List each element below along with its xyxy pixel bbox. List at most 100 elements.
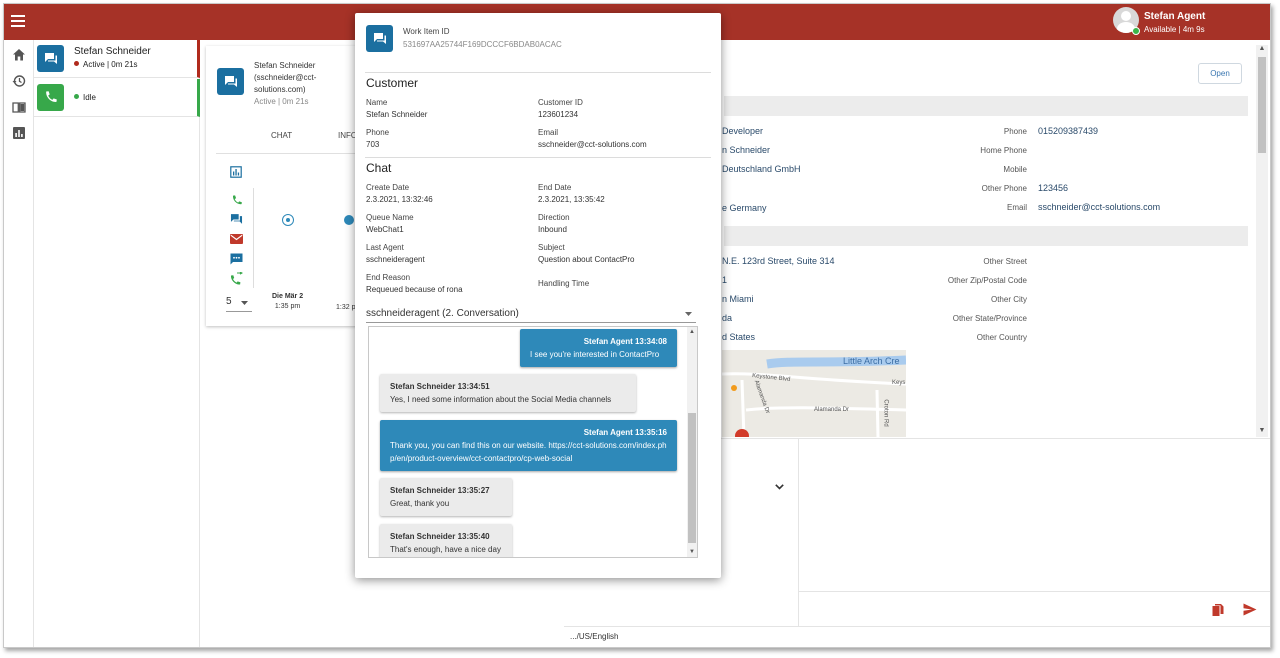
chat-compose-area[interactable] — [798, 438, 1270, 626]
stats-icon[interactable] — [230, 166, 242, 178]
other-phone-label: Other Phone — [981, 184, 1027, 193]
chat-message-customer: Stefan Schneider 13:35:27 Great, thank y… — [380, 478, 512, 516]
city-value: n Miami — [722, 294, 754, 304]
scroll-down-arrow-icon[interactable]: ▼ — [1256, 427, 1268, 437]
phone-label: Phone — [1003, 127, 1027, 136]
timeline-time-2: 1:32 p — [336, 304, 356, 311]
customer-name-value: Stefan Schneider — [366, 110, 428, 119]
session-chat-stefan-schneider[interactable]: Stefan Schneider Active | 0m 21s — [34, 40, 200, 78]
session-name: Stefan Schneider — [74, 46, 151, 57]
open-button[interactable]: Open — [1198, 63, 1242, 84]
chat-icon — [217, 68, 244, 95]
knowledge-book-icon[interactable] — [12, 100, 26, 114]
scroll-thumb[interactable] — [688, 413, 696, 543]
agent-status-box[interactable]: Stefan Agent Available | 4m 9s — [1113, 7, 1248, 37]
tab-chat[interactable]: CHAT — [271, 131, 292, 140]
send-icon[interactable] — [1243, 603, 1257, 616]
chat-heading: Chat — [366, 161, 392, 175]
map-label-keys: Keys — [892, 380, 906, 386]
hamburger-menu-icon[interactable] — [11, 12, 27, 32]
session-status: Idle — [74, 93, 96, 102]
section-header-address — [724, 226, 1248, 246]
available-status-dot — [1132, 27, 1140, 35]
detail-scrollbar[interactable]: ▲ ▼ — [1256, 45, 1268, 437]
email-channel-icon[interactable] — [230, 234, 243, 244]
chat-channel-icon[interactable] — [230, 213, 243, 225]
home-icon[interactable] — [12, 48, 26, 62]
end-reason-value: Requeued because of rona — [366, 285, 463, 294]
timeline-axis — [253, 188, 254, 288]
timeline-time: 1:35 pm — [274, 303, 301, 310]
chat-message-agent: Stefan Agent 13:35:16 Thank you, you can… — [380, 420, 677, 471]
idle-status-dot — [74, 94, 79, 100]
phone-value: 015209387439 — [1038, 126, 1099, 136]
direction-label: Direction — [538, 213, 570, 222]
customer-email-value: sschneider@cct-solutions.com — [538, 140, 647, 149]
subject-value: Question about ContactPro — [538, 255, 635, 264]
last-agent-value: sschneideragent — [366, 255, 425, 264]
chevron-down-icon — [241, 301, 248, 305]
copy-document-icon[interactable] — [1211, 603, 1225, 617]
chat-message-agent: Stefan Agent 13:34:08 I see you're inter… — [520, 329, 677, 367]
end-date-value: 2.3.2021, 13:35:42 — [538, 195, 605, 204]
sms-channel-icon[interactable] — [230, 253, 243, 265]
customer-heading: Customer — [366, 76, 419, 90]
session-idle-phone[interactable]: Idle — [34, 79, 200, 117]
other-country-label: Other Country — [976, 333, 1027, 342]
transcript-scrollbar[interactable]: ▲ ▼ — [687, 327, 697, 557]
country-value: d States — [722, 332, 756, 342]
mobile-label: Mobile — [1003, 165, 1027, 174]
address-map[interactable]: Little Arch Cre Keystone Blvd Keys Alama… — [722, 350, 906, 437]
message-text: Yes, I need some information about the S… — [390, 395, 612, 404]
customer-phone-label: Phone — [366, 128, 390, 137]
dropdown-arrow-icon — [685, 312, 692, 316]
queue-name-label: Queue Name — [366, 213, 414, 222]
app-window: Stefan Agent Available | 4m 9s Stefan Sc… — [3, 3, 1271, 648]
locale-path: .../US/English — [570, 632, 619, 641]
state-value: da — [722, 313, 733, 323]
session-list: Stefan Schneider Active | 0m 21s Idle — [34, 40, 200, 647]
phone-channel-icon[interactable] — [231, 194, 242, 205]
email-label: Email — [1006, 203, 1027, 212]
customer-id-label: Customer ID — [538, 98, 583, 107]
map-label-croton: Croton Rd — [882, 399, 889, 427]
page-size-select[interactable]: 5 — [226, 296, 252, 312]
chevron-down-icon[interactable] — [775, 484, 784, 490]
phone-icon — [37, 84, 64, 111]
chat-transcript[interactable]: Stefan Agent 13:34:08 I see you're inter… — [368, 326, 698, 558]
chat-message-customer: Stefan Schneider 13:35:40 That's enough,… — [380, 524, 512, 557]
contact-company-value: Deutschland GmbH — [722, 164, 801, 174]
queue-name-value: WebChat1 — [366, 225, 404, 234]
scroll-up-arrow-icon[interactable]: ▲ — [1256, 45, 1268, 55]
conversation-select[interactable]: sschneideragent (2. Conversation) — [366, 306, 696, 323]
timeline-point-current[interactable] — [282, 214, 294, 226]
scroll-down-arrow-icon[interactable]: ▼ — [687, 549, 697, 555]
customer-phone-value: 703 — [366, 140, 380, 149]
contact-name-value: n Schneider — [722, 145, 771, 155]
contact-email-line1: (sschneider@cct- — [254, 73, 317, 82]
scroll-up-arrow-icon[interactable]: ▲ — [687, 329, 697, 335]
customer-email-label: Email — [538, 128, 559, 137]
history-icon[interactable] — [12, 74, 26, 88]
agent-availability: Available | 4m 9s — [1144, 25, 1205, 34]
contact-email-line2: solutions.com) — [254, 85, 306, 94]
contact-title-value: Developer — [722, 126, 764, 136]
message-sender: Stefan Agent 13:35:16 — [583, 428, 667, 437]
chat-icon — [37, 45, 64, 72]
session-status: Active | 0m 21s — [74, 60, 138, 69]
create-date-value: 2.3.2021, 13:32:46 — [366, 195, 433, 204]
page-size-value: 5 — [226, 296, 232, 307]
section-header-contact — [724, 96, 1248, 116]
scroll-thumb[interactable] — [1258, 57, 1266, 153]
reports-chart-icon[interactable] — [12, 126, 26, 140]
contact-country-value: e Germany — [722, 203, 767, 213]
message-text: That's enough, have a nice day — [390, 545, 501, 554]
message-sender: Stefan Agent 13:34:08 — [583, 337, 667, 346]
timeline-point-previous[interactable] — [344, 215, 354, 225]
chat-icon — [366, 25, 393, 52]
agent-name: Stefan Agent — [1144, 11, 1206, 22]
map-label-little-arch-creek: Little Arch Cre — [843, 356, 900, 366]
callback-channel-icon[interactable] — [230, 272, 243, 285]
timeline-label: Die Mär 2 1:35 pm — [272, 293, 303, 310]
interaction-status: Active | 0m 21s — [254, 97, 309, 106]
